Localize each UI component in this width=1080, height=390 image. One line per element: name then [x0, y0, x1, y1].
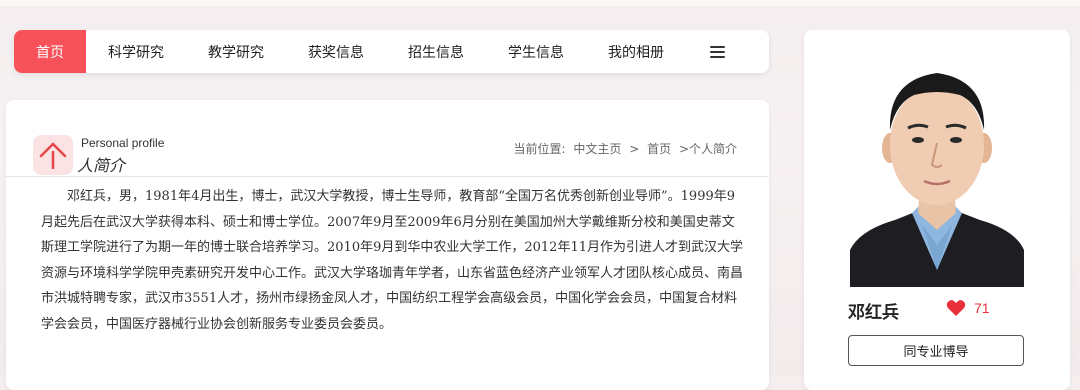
nav-item-awards[interactable]: 获奖信息: [286, 30, 386, 73]
nav-item-album[interactable]: 我的相册: [586, 30, 686, 73]
teacher-name: 邓红兵: [848, 303, 899, 323]
top-strip: [0, 0, 1080, 6]
profile-card: 邓红兵 71 同专业博导: [804, 30, 1070, 390]
person-icon: [33, 135, 73, 175]
peer-advisors-button[interactable]: 同专业博导: [848, 335, 1024, 366]
divider: [6, 176, 769, 177]
nav-item-students[interactable]: 学生信息: [486, 30, 586, 73]
nav-item-home[interactable]: 首页: [14, 30, 86, 73]
breadcrumb: 当前位置: 中文主页 > 首页 >个人简介: [513, 140, 741, 157]
breadcrumb-link-index[interactable]: 首页: [647, 142, 671, 156]
menu-icon: [709, 45, 725, 58]
bio-text: 邓红兵，男，1981年4月出生，博士，武汉大学教授，博士生导师，教育部“全国万名…: [41, 189, 744, 332]
like-count: 71: [974, 300, 990, 316]
breadcrumb-prefix: 当前位置:: [513, 142, 566, 156]
nav-item-research[interactable]: 科学研究: [86, 30, 186, 73]
breadcrumb-separator: >: [629, 142, 640, 156]
avatar: [850, 45, 1024, 287]
breadcrumb-link-home[interactable]: 中文主页: [573, 142, 621, 156]
nav-item-teaching[interactable]: 教学研究: [186, 30, 286, 73]
main-nav: 首页 科学研究 教学研究 获奖信息 招生信息 学生信息 我的相册: [14, 30, 769, 73]
breadcrumb-current: >个人简介: [678, 142, 737, 156]
profile-panel: Personal profile 人简介 当前位置: 中文主页 > 首页 >个人…: [6, 100, 769, 390]
like-button[interactable]: 71: [946, 299, 990, 317]
section-title-en: Personal profile: [81, 136, 165, 150]
menu-button[interactable]: [686, 30, 748, 73]
section-title-cn: 人简介: [77, 156, 126, 175]
heart-icon: [946, 300, 966, 316]
nav-item-admissions[interactable]: 招生信息: [386, 30, 486, 73]
